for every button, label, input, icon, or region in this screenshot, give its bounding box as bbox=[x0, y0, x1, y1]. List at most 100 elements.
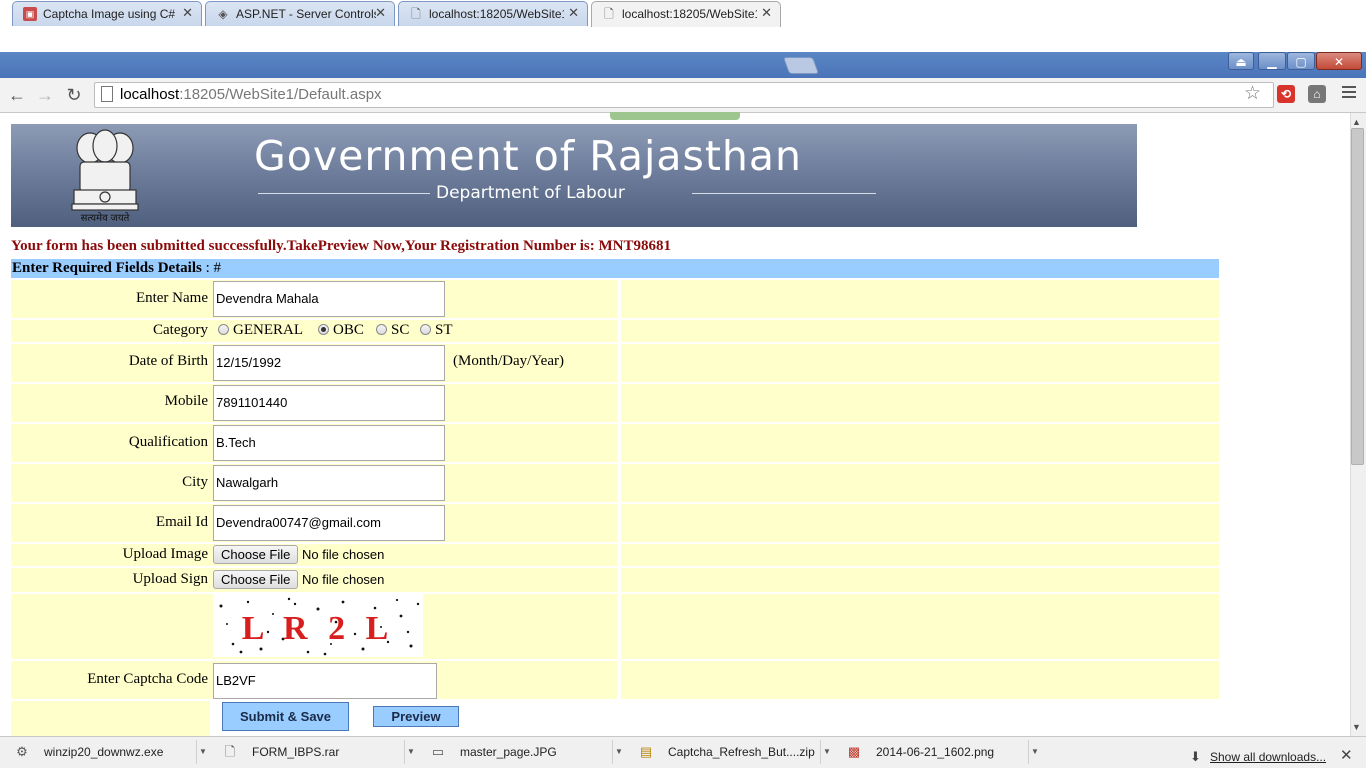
submit-save-button[interactable]: Submit & Save bbox=[222, 702, 349, 731]
category-st-radio[interactable]: ST bbox=[420, 322, 453, 339]
captcha-text: L R 2 L bbox=[242, 610, 395, 647]
form-row-captcha-code: Enter Captcha Code bbox=[11, 661, 1219, 699]
minimize-button[interactable]: ▁ bbox=[1258, 52, 1286, 70]
radio-label: OBC bbox=[333, 322, 364, 338]
forward-arrow-icon[interactable]: → bbox=[34, 84, 56, 106]
user-icon[interactable]: ⏏ bbox=[1228, 52, 1254, 70]
menu-icon[interactable] bbox=[1342, 86, 1356, 101]
show-all-downloads-link[interactable]: Show all downloads... bbox=[1210, 750, 1326, 764]
sign-file-status: No file chosen bbox=[302, 572, 385, 587]
download-item[interactable]: 🗋 FORM_IBPS.rar ▼ bbox=[212, 740, 417, 764]
new-tab-button[interactable] bbox=[782, 57, 820, 74]
radio-button[interactable] bbox=[376, 324, 387, 335]
radio-button[interactable] bbox=[420, 324, 431, 335]
scroll-up-arrow-icon[interactable]: ▲ bbox=[1352, 117, 1361, 127]
form-cell bbox=[621, 424, 1219, 462]
close-icon[interactable]: ✕ bbox=[568, 6, 579, 20]
choose-sign-file-button[interactable]: Choose File bbox=[213, 570, 299, 589]
tab-strip bbox=[0, 52, 1366, 78]
category-sc-radio[interactable]: SC bbox=[376, 322, 409, 339]
name-input[interactable]: Devendra Mahala bbox=[213, 281, 445, 317]
chevron-down-icon[interactable]: ▼ bbox=[404, 740, 417, 764]
chevron-down-icon[interactable]: ▼ bbox=[196, 740, 209, 764]
chevron-down-icon[interactable]: ▼ bbox=[820, 740, 833, 764]
form-row-category: Category bbox=[11, 320, 1219, 342]
installer-icon: ⚙ bbox=[16, 744, 28, 759]
category-obc-radio[interactable]: OBC bbox=[318, 322, 364, 339]
ashoka-emblem-icon: सत्यमेव जयते bbox=[71, 129, 139, 224]
page-icon bbox=[101, 86, 113, 102]
close-icon[interactable]: ✕ bbox=[375, 6, 386, 20]
png-file-icon: ▩ bbox=[847, 744, 861, 759]
dob-input[interactable]: 12/15/1992 bbox=[213, 345, 445, 381]
extension-red-icon[interactable]: ⟲ bbox=[1277, 85, 1295, 103]
download-item[interactable]: ▤ Captcha_Refresh_But....zip ▼ bbox=[628, 740, 833, 764]
radio-button[interactable] bbox=[218, 324, 229, 335]
form-cell bbox=[621, 384, 1219, 422]
captcha-page-icon: ▣ bbox=[23, 7, 37, 21]
mobile-input[interactable]: 7891101440 bbox=[213, 385, 445, 421]
choose-image-file-button[interactable]: Choose File bbox=[213, 545, 299, 564]
form-cell bbox=[621, 320, 1219, 342]
qualification-input[interactable]: B.Tech bbox=[213, 425, 445, 461]
download-name: FORM_IBPS.rar bbox=[252, 745, 340, 759]
extension-gray-icon[interactable]: ⌂ bbox=[1308, 85, 1326, 103]
form-row-city: City bbox=[11, 464, 1219, 502]
radio-button-selected[interactable] bbox=[318, 324, 329, 335]
scroll-down-arrow-icon[interactable]: ▼ bbox=[1352, 722, 1361, 732]
category-label: Category bbox=[153, 322, 208, 338]
aspnet-page-icon: ◈ bbox=[218, 7, 228, 21]
chevron-down-icon[interactable]: ▼ bbox=[1028, 740, 1041, 764]
email-input[interactable]: Devendra00747@gmail.com bbox=[213, 505, 445, 541]
scrollbar-thumb[interactable] bbox=[1351, 128, 1364, 465]
tab-title: localhost:18205/WebSite1 bbox=[622, 7, 757, 21]
dob-hint: (Month/Day/Year) bbox=[453, 353, 564, 369]
preview-button[interactable]: Preview bbox=[373, 706, 459, 727]
dob-label: Date of Birth bbox=[128, 353, 208, 369]
maximize-button[interactable]: ▢ bbox=[1287, 52, 1315, 70]
download-name: winzip20_downwz.exe bbox=[44, 745, 164, 759]
captcha-code-input[interactable]: LB2VF bbox=[213, 663, 437, 699]
download-name: master_page.JPG bbox=[460, 745, 557, 759]
back-arrow-icon[interactable]: ← bbox=[6, 84, 28, 106]
form-row-email: Email Id bbox=[11, 504, 1219, 542]
form-row-mobile: Mobile bbox=[11, 384, 1219, 422]
city-input[interactable]: Nawalgarh bbox=[213, 465, 445, 501]
tab-localhost-1[interactable]: 🗋 localhost:18205/WebSite1 ✕ bbox=[398, 1, 588, 26]
captcha-code-label: Enter Captcha Code bbox=[87, 671, 208, 687]
form-cell bbox=[621, 280, 1219, 318]
bookmark-star-icon[interactable]: ☆ bbox=[1244, 84, 1261, 104]
download-item[interactable]: ⚙ winzip20_downwz.exe ▼ bbox=[4, 740, 209, 764]
image-file-icon: ▭ bbox=[431, 744, 445, 759]
tab-captcha-image[interactable]: ▣ Captcha Image using C# i ✕ bbox=[12, 1, 202, 26]
url-text[interactable]: localhost:18205/WebSite1/Default.aspx bbox=[120, 86, 382, 104]
close-icon[interactable]: ✕ bbox=[761, 6, 772, 20]
tab-aspnet-server-controls[interactable]: ◈ ASP.NET - Server Controls ✕ bbox=[205, 1, 395, 26]
banner-subtitle: Department of Labour bbox=[436, 183, 625, 203]
fields-header-title: Enter Required Fields Details bbox=[12, 260, 202, 276]
close-window-button[interactable]: ✕ bbox=[1316, 52, 1362, 70]
form-cell bbox=[11, 701, 210, 736]
download-item[interactable]: ▩ 2014-06-21_1602.png ▼ bbox=[836, 740, 1041, 764]
reload-icon[interactable]: ↻ bbox=[63, 84, 85, 106]
form-row-qualification: Qualification bbox=[11, 424, 1219, 462]
image-file-status: No file chosen bbox=[302, 547, 385, 562]
success-message: Your form has been submitted successfull… bbox=[11, 238, 672, 254]
close-downloads-icon[interactable]: ✕ bbox=[1340, 748, 1353, 764]
email-label: Email Id bbox=[155, 514, 208, 530]
page-icon: 🗋 bbox=[411, 7, 421, 21]
category-general-radio[interactable]: GENERAL bbox=[218, 322, 303, 339]
tab-title: Captcha Image using C# i bbox=[43, 7, 178, 21]
download-item[interactable]: ▭ master_page.JPG ▼ bbox=[420, 740, 625, 764]
download-name: 2014-06-21_1602.png bbox=[876, 745, 995, 759]
form-row-buttons bbox=[11, 701, 1219, 736]
url-path: :18205/WebSite1/Default.aspx bbox=[179, 86, 382, 103]
fields-header: Enter Required Fields Details : # bbox=[11, 259, 1219, 278]
close-icon[interactable]: ✕ bbox=[182, 6, 193, 20]
chevron-down-icon[interactable]: ▼ bbox=[612, 740, 625, 764]
form-row-upload-sign: Upload Sign bbox=[11, 568, 1219, 592]
form-row-captcha-image bbox=[11, 594, 1219, 659]
form-cell bbox=[621, 568, 1219, 592]
tab-localhost-active[interactable]: 🗋 localhost:18205/WebSite1 ✕ bbox=[591, 1, 781, 27]
fields-header-suffix: : # bbox=[201, 260, 222, 276]
